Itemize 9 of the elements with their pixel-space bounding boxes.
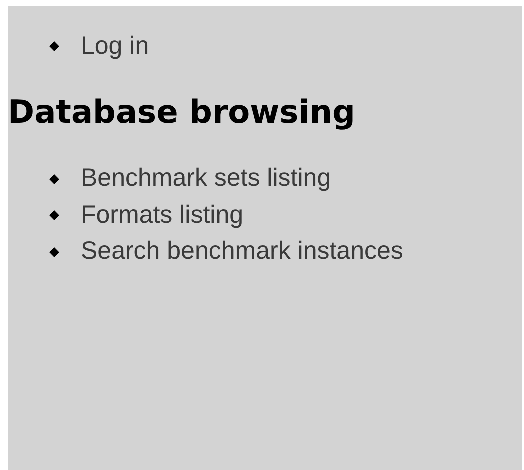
nav-link[interactable]: Benchmark sets listing xyxy=(81,160,332,198)
section-heading: Database browsing xyxy=(8,92,356,131)
bullet-icon xyxy=(50,174,60,184)
bullet-icon xyxy=(50,210,60,221)
bullet-icon xyxy=(50,41,60,52)
bullet-icon xyxy=(50,247,60,258)
nav-link[interactable]: Search benchmark instances xyxy=(81,233,404,271)
nav-link[interactable]: Formats listing xyxy=(81,196,244,234)
nav-link[interactable]: Log in xyxy=(81,28,150,65)
